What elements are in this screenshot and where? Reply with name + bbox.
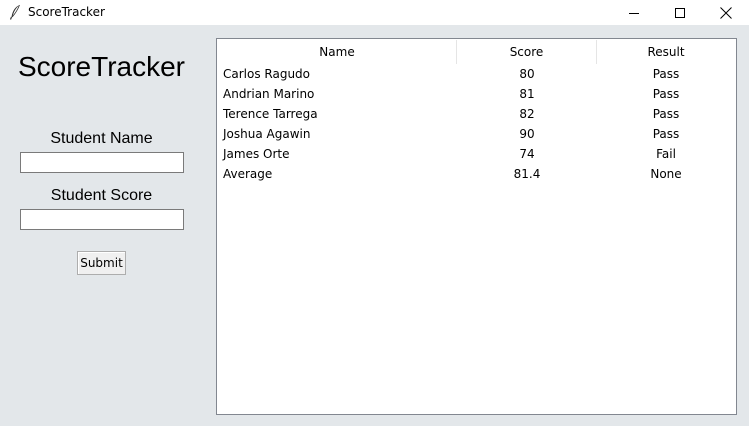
- submit-button[interactable]: Submit: [77, 251, 126, 275]
- close-icon: [720, 6, 732, 19]
- cell-name: Terence Tarrega: [223, 107, 318, 121]
- cell-result: Pass: [652, 107, 680, 121]
- cell-result: Fail: [656, 147, 676, 161]
- column-header-name[interactable]: Name: [218, 40, 457, 64]
- app-heading: ScoreTracker: [17, 51, 185, 82]
- cell-name: Andrian Marino: [223, 87, 315, 101]
- table-row[interactable]: Joshua Agawin 90 Pass: [218, 124, 735, 144]
- title-bar: ScoreTracker: [0, 0, 749, 25]
- close-button[interactable]: [703, 0, 749, 25]
- student-name-input[interactable]: [20, 152, 184, 173]
- cell-score: 81: [519, 87, 535, 101]
- maximize-button[interactable]: [657, 0, 703, 25]
- cell-name: James Orte: [223, 147, 290, 161]
- table-row-average[interactable]: Average 81.4 None: [218, 164, 735, 184]
- feather-icon: [9, 4, 21, 20]
- minimize-button[interactable]: [611, 0, 657, 25]
- student-score-label: Student Score: [50, 187, 153, 204]
- cell-name: Carlos Ragudo: [223, 67, 311, 81]
- student-score-input[interactable]: [20, 209, 184, 230]
- table-row[interactable]: Andrian Marino 81 Pass: [218, 84, 735, 104]
- column-header-score[interactable]: Score: [457, 40, 597, 64]
- cell-score: 80: [519, 67, 535, 81]
- minimize-icon: [629, 8, 639, 18]
- window-title: ScoreTracker: [28, 5, 105, 19]
- maximize-icon: [675, 7, 685, 18]
- cell-score: 81.4: [513, 167, 541, 181]
- cell-result: Pass: [652, 127, 680, 141]
- cell-score: 74: [519, 147, 535, 161]
- student-name-label: Student Name: [50, 130, 153, 147]
- cell-score: 82: [519, 107, 535, 121]
- cell-name: Joshua Agawin: [223, 127, 311, 141]
- table-row[interactable]: James Orte 74 Fail: [218, 144, 735, 164]
- cell-result: Pass: [652, 67, 680, 81]
- cell-result: Pass: [652, 87, 680, 101]
- table-body: Carlos Ragudo 80 Pass Andrian Marino 81 …: [218, 64, 735, 184]
- table-row[interactable]: Carlos Ragudo 80 Pass: [218, 64, 735, 84]
- cell-name: Average: [223, 167, 273, 181]
- column-header-result[interactable]: Result: [597, 40, 735, 64]
- table-row[interactable]: Terence Tarrega 82 Pass: [218, 104, 735, 124]
- cell-result: None: [650, 167, 682, 181]
- table-header: Name Score Result: [218, 40, 735, 64]
- cell-score: 90: [519, 127, 535, 141]
- scores-table[interactable]: Name Score Result Carlos Ragudo 80 Pass …: [216, 38, 737, 415]
